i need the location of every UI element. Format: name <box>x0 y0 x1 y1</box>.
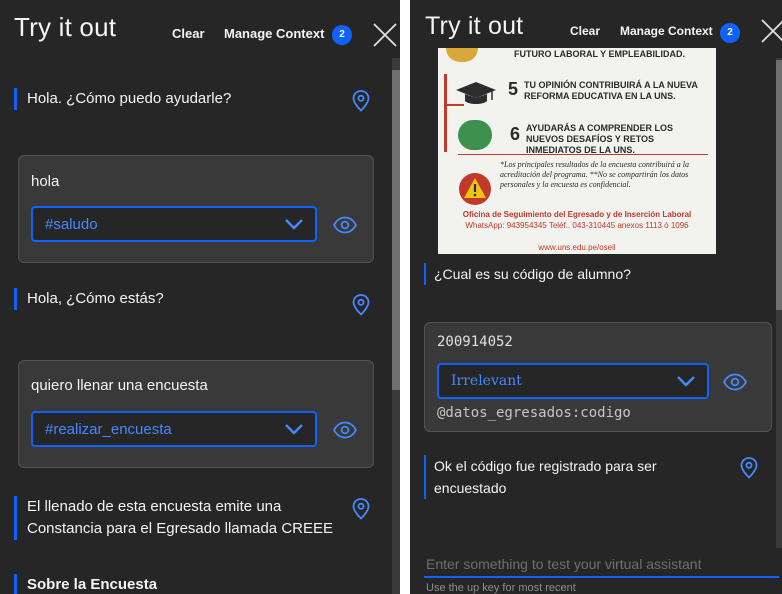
bot-message-text: Ok el código fue registrado para ser enc… <box>434 458 657 496</box>
graduation-cap-icon <box>456 82 496 104</box>
bot-message-text: ¿Cual es su código de alumno? <box>434 266 631 282</box>
user-message-card: 200914052 Irrelevant @datos_egresados:co… <box>424 322 772 432</box>
intent-dropdown[interactable]: Irrelevant <box>437 363 709 399</box>
bot-message: ¿Cual es su código de alumno? <box>424 263 744 285</box>
intent-dropdown[interactable]: #realizar_encuesta <box>31 411 317 447</box>
user-message-text: 200914052 <box>437 334 513 350</box>
bot-message: Hola, ¿Cómo estás? <box>14 288 334 310</box>
poster-item-text: TU OPINIÓN CONTRIBUIRÁ A LA NUEVA REFORM… <box>524 80 698 101</box>
user-message-text: hola <box>31 173 60 190</box>
entity-tag: @datos_egresados:codigo <box>437 405 631 421</box>
eye-icon[interactable] <box>723 373 747 391</box>
intent-dropdown[interactable]: #saludo <box>31 206 317 242</box>
bot-message-text: Hola, ¿Cómo estás? <box>27 290 164 307</box>
panel-title: Try it out <box>14 12 117 42</box>
poster-item-number: 5 <box>508 79 519 99</box>
message-input[interactable]: Enter something to test your virtual ass… <box>424 556 779 578</box>
poster-contact: WhatsApp: 943954345 Teléf.. 043-310445 a… <box>465 221 689 230</box>
panel-header: Try it out Clear Manage Context 2 <box>410 0 782 58</box>
user-message-text: quiero llenar una encuesta <box>31 377 208 394</box>
poster-note: *Los principales resultados de la encues… <box>500 160 690 189</box>
chevron-down-icon <box>285 219 303 230</box>
eye-icon[interactable] <box>333 421 357 439</box>
poster-url: www.uns.edu.pe/oseil <box>538 243 616 252</box>
location-pin-icon[interactable] <box>352 498 370 520</box>
message-input-area: Enter something to test your virtual ass… <box>424 556 779 594</box>
bot-message-text: El llenado de esta encuesta emite una Co… <box>27 498 333 537</box>
survey-poster-image: FUTURO LABORAL Y EMPLEABILIDAD. 5 TU OPI… <box>438 48 716 254</box>
input-hint: Use the up key for most recent <box>426 582 576 594</box>
intent-label: Irrelevant <box>451 373 522 389</box>
close-icon[interactable] <box>760 18 782 44</box>
eye-icon[interactable] <box>333 216 357 234</box>
bot-message-text: Sobre la Encuesta <box>27 576 158 593</box>
poster-office: Oficina de Seguimiento del Egresado y de… <box>462 210 692 219</box>
context-count-badge: 2 <box>332 25 352 45</box>
chevron-down-icon <box>677 376 695 387</box>
manage-context-button[interactable]: Manage Context <box>224 26 324 41</box>
location-pin-icon[interactable] <box>352 90 370 112</box>
location-pin-icon[interactable] <box>352 294 370 316</box>
location-pin-icon[interactable] <box>740 457 758 479</box>
warning-icon <box>459 173 491 205</box>
challenges-icon <box>458 120 492 150</box>
scrollbar-thumb[interactable] <box>392 70 400 390</box>
intent-label: #realizar_encuesta <box>45 421 172 438</box>
bot-message-text: Hola. ¿Cómo puedo ayudarle? <box>27 90 232 107</box>
close-icon[interactable] <box>372 22 398 48</box>
poster-item-number: 6 <box>510 124 521 144</box>
bot-message: Hola. ¿Cómo puedo ayudarle? <box>14 88 334 110</box>
chevron-down-icon <box>285 424 303 435</box>
scrollbar-thumb[interactable] <box>776 60 782 310</box>
intent-label: #saludo <box>45 216 98 233</box>
poster-item-text: AYUDARÁS A COMPRENDER LOS NUEVOS DESAFÍO… <box>526 123 674 155</box>
user-message-card: quiero llenar una encuesta #realizar_enc… <box>18 360 374 468</box>
user-message-card: hola #saludo <box>18 155 374 263</box>
try-it-out-panel-right: FUTURO LABORAL Y EMPLEABILIDAD. 5 TU OPI… <box>410 0 782 594</box>
panel-header: Try it out Clear Manage Context 2 <box>0 0 400 58</box>
bot-message: Ok el código fue registrado para ser enc… <box>424 455 714 499</box>
clear-button[interactable]: Clear <box>570 24 600 38</box>
context-count-badge: 2 <box>720 23 740 43</box>
panel-title: Try it out <box>425 12 524 40</box>
poster-divider <box>444 74 447 152</box>
bot-message: Sobre la Encuesta <box>14 574 334 594</box>
try-it-out-panel-left: Try it out Clear Manage Context 2 Hola. … <box>0 0 400 594</box>
clear-button[interactable]: Clear <box>172 26 205 41</box>
manage-context-button[interactable]: Manage Context <box>620 24 713 38</box>
bot-message: El llenado de esta encuesta emite una Co… <box>14 496 334 540</box>
